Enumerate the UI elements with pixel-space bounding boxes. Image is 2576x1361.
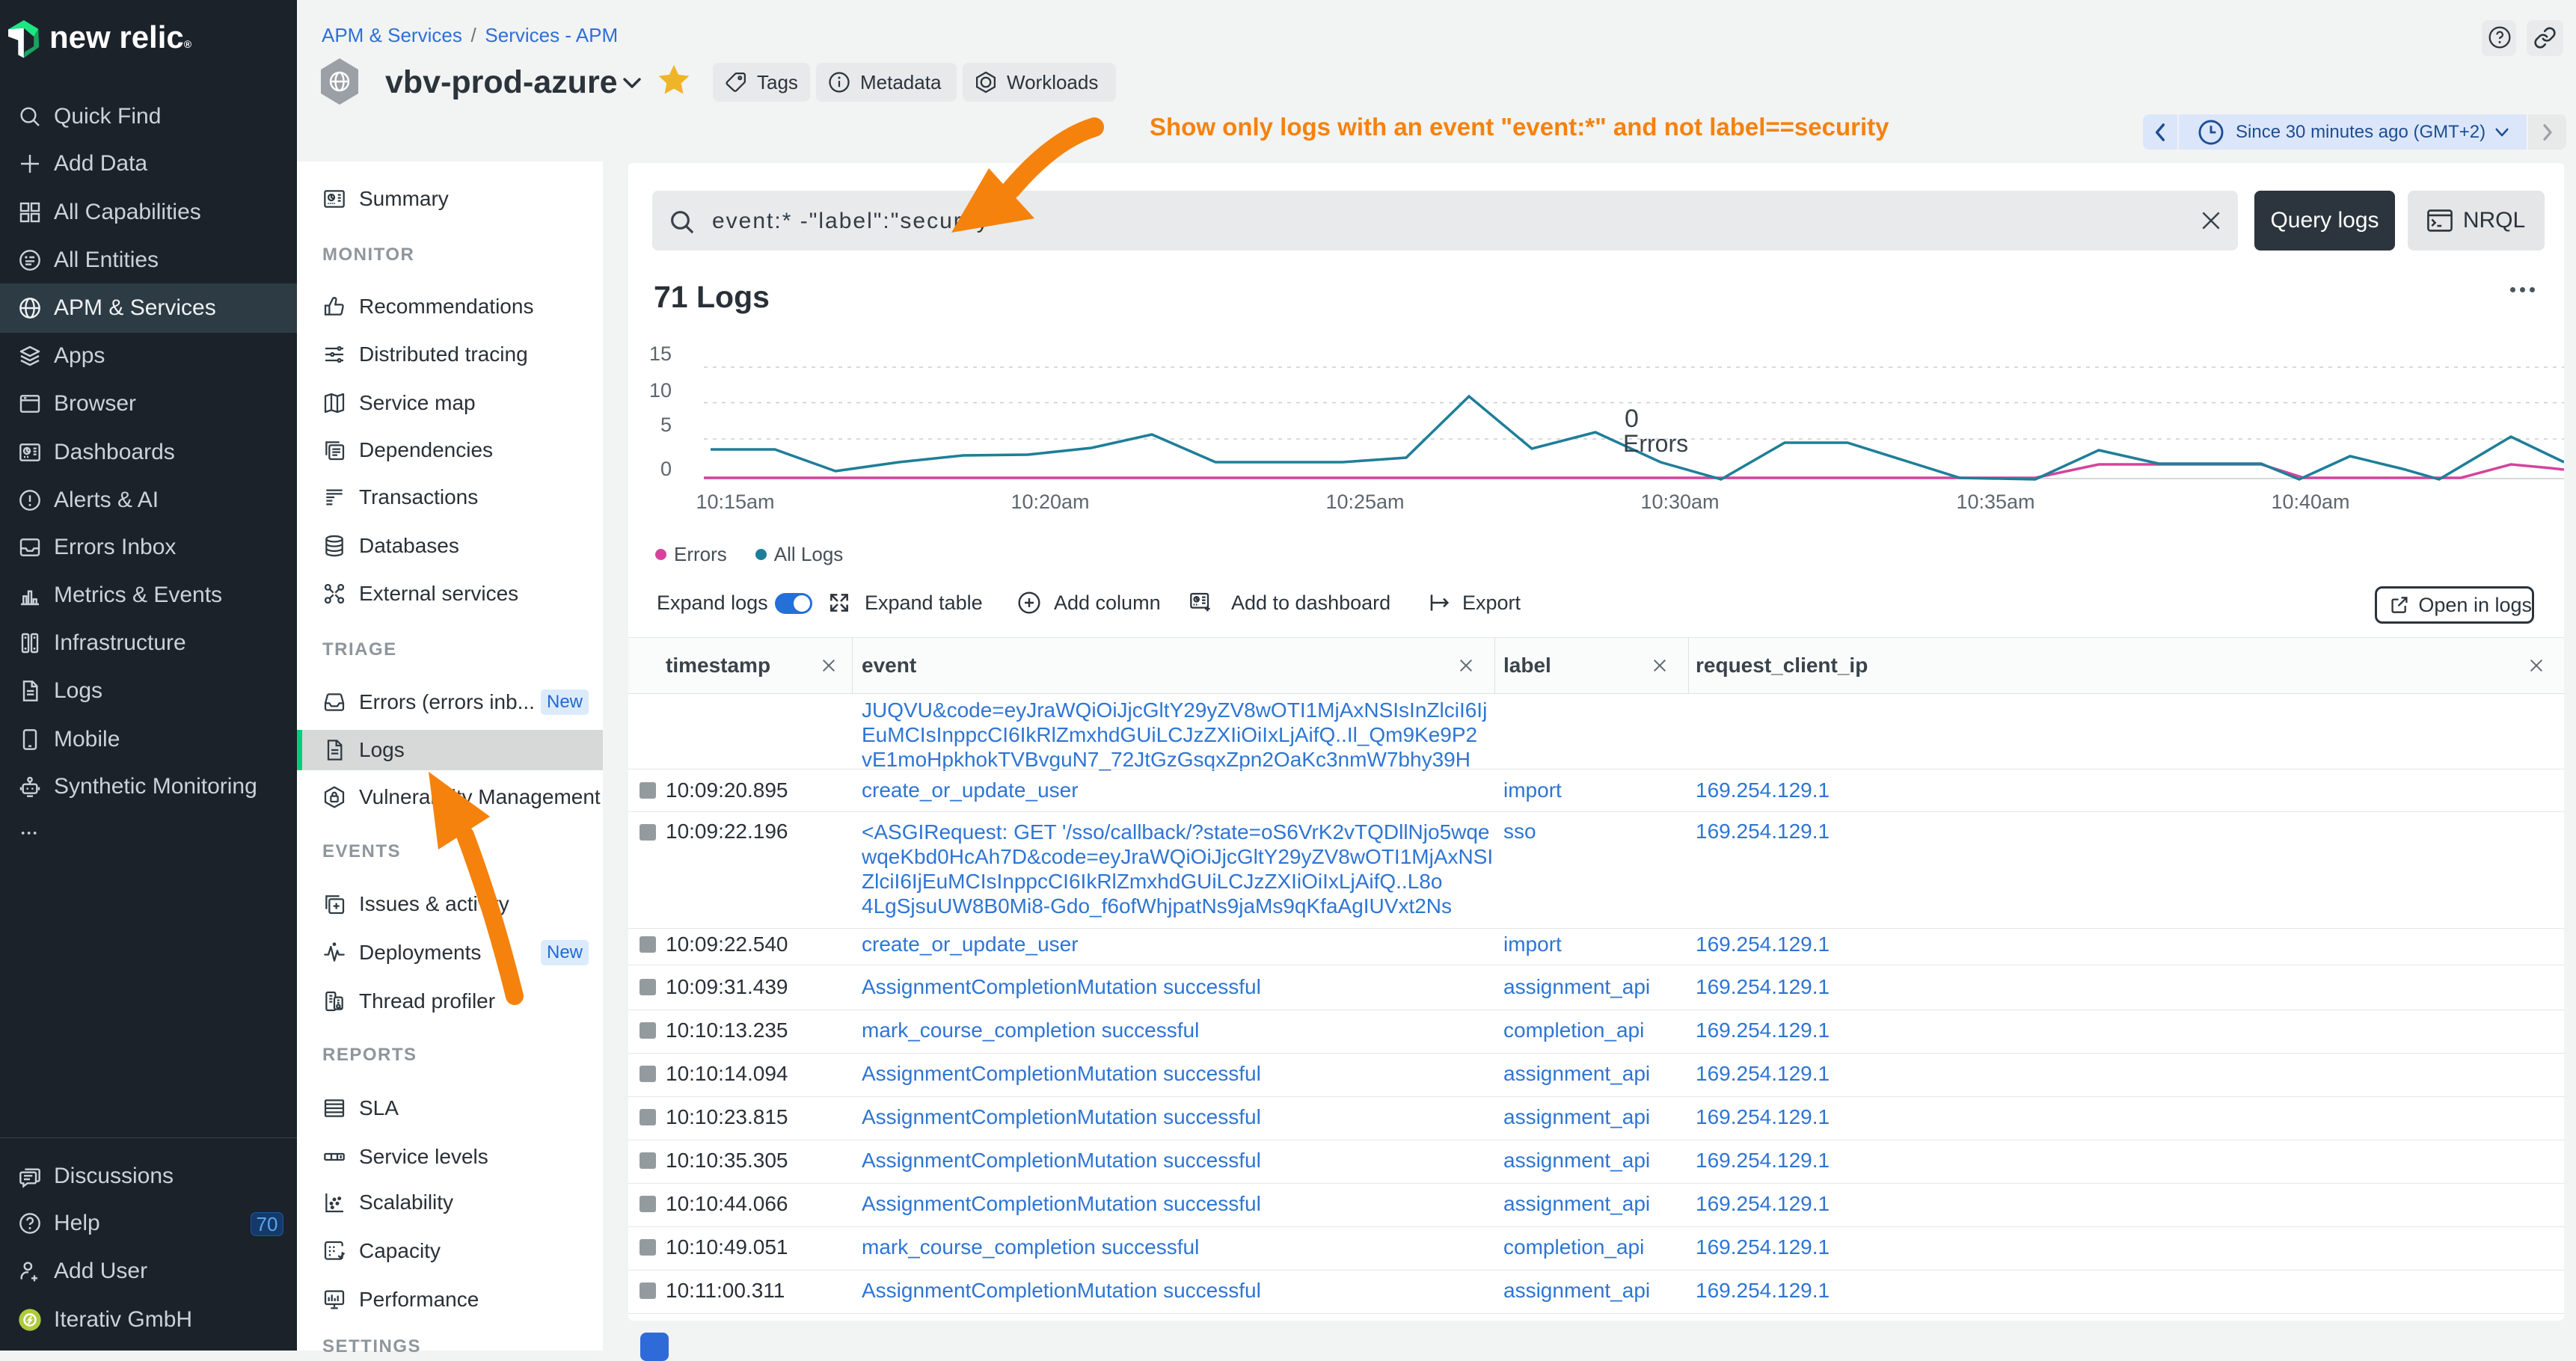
svg-text:Errors: Errors [1623, 430, 1688, 457]
svg-text:10:20am: 10:20am [1011, 491, 1089, 513]
svg-text:0: 0 [660, 458, 672, 480]
svg-text:10: 10 [649, 379, 672, 402]
svg-text:10:15am: 10:15am [696, 491, 774, 513]
svg-text:5: 5 [660, 414, 672, 436]
svg-text:10:40am: 10:40am [2271, 491, 2349, 513]
svg-text:10:30am: 10:30am [1640, 491, 1719, 513]
svg-text:10:25am: 10:25am [1325, 491, 1404, 513]
svg-text:0: 0 [1625, 405, 1639, 433]
svg-text:10:35am: 10:35am [1956, 491, 2034, 513]
svg-text:15: 15 [649, 342, 672, 365]
